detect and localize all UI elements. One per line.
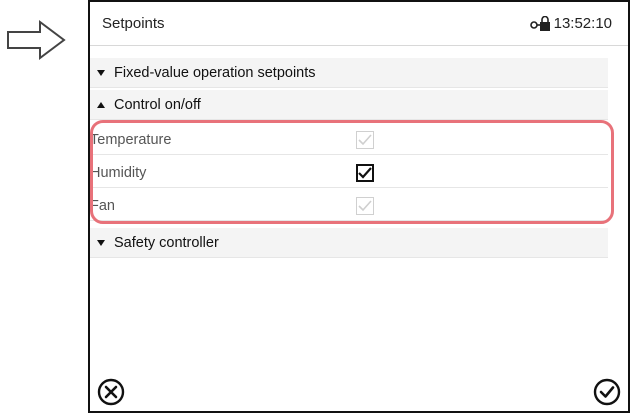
caret-up-icon	[97, 101, 105, 108]
humidity-checkbox[interactable]	[356, 163, 374, 182]
item-label: Fan	[90, 197, 115, 214]
item-label: Temperature	[90, 131, 172, 148]
control-item-temperature: Temperature	[90, 125, 608, 155]
section-safety-controller[interactable]: Safety controller	[90, 228, 608, 258]
cancel-x-icon[interactable]	[96, 377, 126, 407]
control-item-fan: Fan	[90, 191, 608, 221]
checkmark-icon	[358, 199, 372, 211]
section-fixed-value-setpoints[interactable]: Fixed-value operation setpoints	[90, 58, 608, 88]
checkmark-icon	[358, 166, 372, 179]
clock: 13:52:10	[529, 15, 612, 32]
control-item-humidity: Humidity	[90, 158, 608, 188]
title-bar: Setpoints 13:52:10	[90, 2, 628, 46]
arrow-right-icon	[7, 20, 66, 60]
section-label: Safety controller	[114, 234, 219, 251]
temperature-checkbox[interactable]	[356, 130, 374, 149]
section-control-on-off[interactable]: Control on/off	[90, 90, 608, 120]
caret-down-icon	[97, 69, 105, 76]
checkmark-icon	[358, 133, 372, 145]
section-label: Fixed-value operation setpoints	[114, 64, 316, 81]
section-label: Control on/off	[114, 96, 201, 113]
fan-checkbox[interactable]	[356, 196, 374, 215]
confirm-check-icon[interactable]	[592, 377, 622, 407]
device-screen: Setpoints 13:52:10 Fixed-value operation…	[88, 0, 630, 413]
clock-time: 13:52:10	[553, 15, 612, 32]
caret-down-icon	[97, 239, 105, 246]
item-label: Humidity	[90, 164, 147, 181]
page-title: Setpoints	[102, 15, 165, 32]
lock-icon	[529, 15, 550, 31]
